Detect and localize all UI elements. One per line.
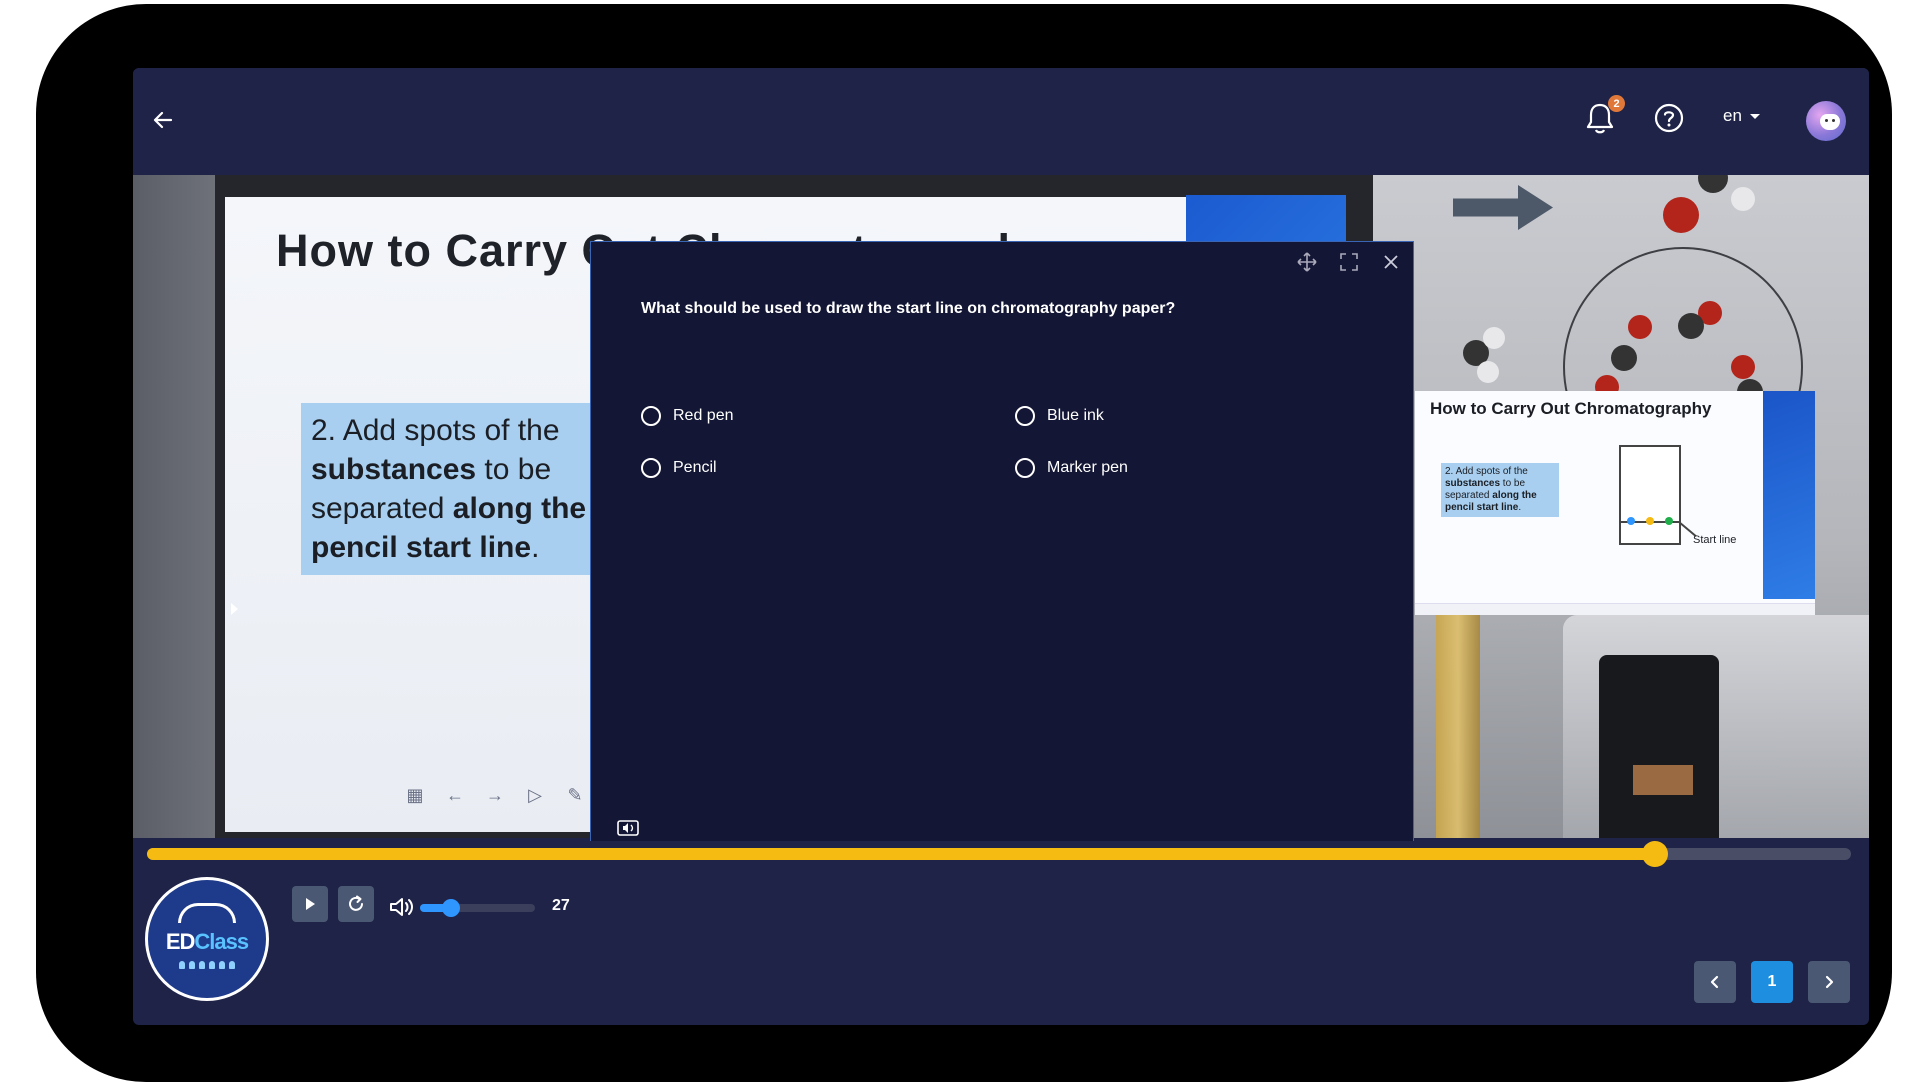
video-progress-bar[interactable] bbox=[147, 841, 1851, 867]
app-screen: 2 en How to Carry 2. Add spots of the su… bbox=[133, 68, 1869, 1025]
move-button[interactable] bbox=[1295, 250, 1319, 274]
option-label: Pencil bbox=[673, 459, 717, 476]
option-label: Red pen bbox=[673, 407, 734, 424]
quiz-option[interactable]: Pencil bbox=[641, 458, 717, 478]
quiz-controls bbox=[1295, 250, 1403, 274]
replay-button[interactable] bbox=[338, 886, 374, 922]
top-bar: 2 en bbox=[133, 68, 1869, 175]
option-label: Marker pen bbox=[1047, 459, 1128, 476]
help-button[interactable] bbox=[1653, 102, 1693, 142]
machine-slot bbox=[1599, 655, 1719, 838]
cloud-icon bbox=[178, 903, 236, 923]
play-button[interactable] bbox=[292, 886, 328, 922]
quiz-dialog: What should be used to draw the start li… bbox=[590, 241, 1414, 841]
edclass-logo: EDClass bbox=[145, 877, 269, 1001]
replay-icon bbox=[349, 895, 363, 911]
hydrogen-atom bbox=[1477, 361, 1499, 383]
oxygen-atom bbox=[1663, 197, 1699, 233]
logo-text-a: ED bbox=[165, 929, 196, 954]
avatar-face bbox=[1820, 114, 1840, 130]
prev-page-button[interactable] bbox=[1694, 961, 1736, 1003]
volume-icon[interactable] bbox=[388, 895, 416, 919]
volume-handle[interactable] bbox=[442, 899, 461, 917]
move-icon bbox=[1297, 252, 1317, 272]
chevron-right-icon bbox=[1825, 975, 1834, 989]
slide-accent bbox=[1763, 391, 1815, 599]
radio-button[interactable] bbox=[1015, 458, 1035, 478]
hydrogen-atom bbox=[1731, 187, 1755, 211]
close-button[interactable] bbox=[1379, 250, 1403, 274]
sample-spot bbox=[1627, 517, 1635, 525]
tablet-frame: 2 en How to Carry 2. Add spots of the su… bbox=[36, 4, 1892, 1082]
avatar-eye bbox=[1825, 119, 1828, 122]
test-tube bbox=[1436, 605, 1480, 838]
logo-text-b: Class bbox=[194, 929, 249, 954]
volume-slider[interactable] bbox=[420, 899, 535, 917]
caret-down-icon bbox=[1749, 113, 1760, 119]
help-icon bbox=[1654, 103, 1684, 133]
sample-spot bbox=[1646, 517, 1654, 525]
slide-note: 2. Add spots of the substances to be sep… bbox=[1441, 463, 1559, 517]
start-line-label: Start line bbox=[1693, 534, 1737, 546]
slide-preview: How to Carry Out Chromatography 2. Add s… bbox=[1415, 391, 1815, 615]
notification-badge: 2 bbox=[1608, 95, 1625, 112]
language-label: en bbox=[1723, 106, 1742, 125]
audio-icon[interactable] bbox=[617, 819, 639, 837]
play-icon bbox=[306, 898, 315, 910]
expand-icon bbox=[1340, 253, 1358, 271]
carbon-atom bbox=[1678, 313, 1704, 339]
chromatography-paper bbox=[1619, 445, 1681, 545]
hydrogen-atom bbox=[1483, 327, 1505, 349]
avatar-eye bbox=[1832, 119, 1835, 122]
video-wall bbox=[133, 175, 223, 838]
carbon-atom bbox=[1611, 345, 1637, 371]
option-label: Blue ink bbox=[1047, 407, 1104, 424]
machine-tray bbox=[1633, 765, 1693, 795]
board-toolbar: ▦ ← → ▷ ✎ bbox=[403, 785, 587, 806]
board-note-text: 2. Add spots of the bbox=[311, 414, 560, 447]
notifications-button[interactable]: 2 bbox=[1584, 95, 1625, 141]
board-note-text: . bbox=[531, 531, 540, 564]
chromatography-machine bbox=[1563, 615, 1869, 838]
oxygen-atom bbox=[1731, 355, 1755, 379]
user-avatar[interactable] bbox=[1806, 101, 1846, 141]
pen-icon: ✎ bbox=[567, 785, 583, 805]
logo-text: EDClass bbox=[165, 929, 249, 955]
quiz-option[interactable]: Red pen bbox=[641, 406, 734, 426]
quiz-option[interactable]: Marker pen bbox=[1015, 458, 1128, 478]
language-selector[interactable]: en bbox=[1723, 106, 1760, 126]
next-page-button[interactable] bbox=[1808, 961, 1850, 1003]
quiz-option[interactable]: Blue ink bbox=[1015, 406, 1104, 426]
volume-value: 27 bbox=[552, 897, 570, 914]
radio-button[interactable] bbox=[641, 458, 661, 478]
grid-icon: ▦ bbox=[406, 785, 424, 805]
people-icon bbox=[179, 961, 235, 969]
board-note-bold: substances bbox=[311, 453, 477, 486]
radio-button[interactable] bbox=[1015, 406, 1035, 426]
sample-spot bbox=[1665, 517, 1673, 525]
arrow-left-icon: ← bbox=[446, 785, 464, 805]
arrow-left-icon bbox=[153, 111, 173, 129]
oxygen-atom bbox=[1628, 315, 1652, 339]
slide-toolbar bbox=[1415, 603, 1815, 615]
progress-handle[interactable] bbox=[1642, 841, 1669, 867]
slide-note-text: 2. Add spots of the bbox=[1445, 466, 1528, 477]
slide-title: How to Carry Out Chromatography bbox=[1430, 399, 1712, 418]
slide-note-text: . bbox=[1518, 502, 1522, 513]
chevron-left-icon bbox=[1710, 975, 1719, 989]
board-note: 2. Add spots of the substances to be sep… bbox=[301, 403, 601, 575]
page-number-button[interactable]: 1 bbox=[1751, 961, 1793, 1003]
arrow-right-icon: → bbox=[486, 785, 504, 805]
pointer-icon: ▷ bbox=[528, 785, 542, 805]
side-expand-icon bbox=[231, 603, 238, 615]
progress-fill bbox=[147, 848, 1656, 860]
radio-button[interactable] bbox=[641, 406, 661, 426]
fullscreen-button[interactable] bbox=[1337, 250, 1361, 274]
slide-note-bold: substances bbox=[1445, 478, 1501, 489]
close-icon bbox=[1384, 255, 1398, 269]
back-button[interactable] bbox=[143, 100, 183, 140]
quiz-question: What should be used to draw the start li… bbox=[641, 300, 1176, 317]
